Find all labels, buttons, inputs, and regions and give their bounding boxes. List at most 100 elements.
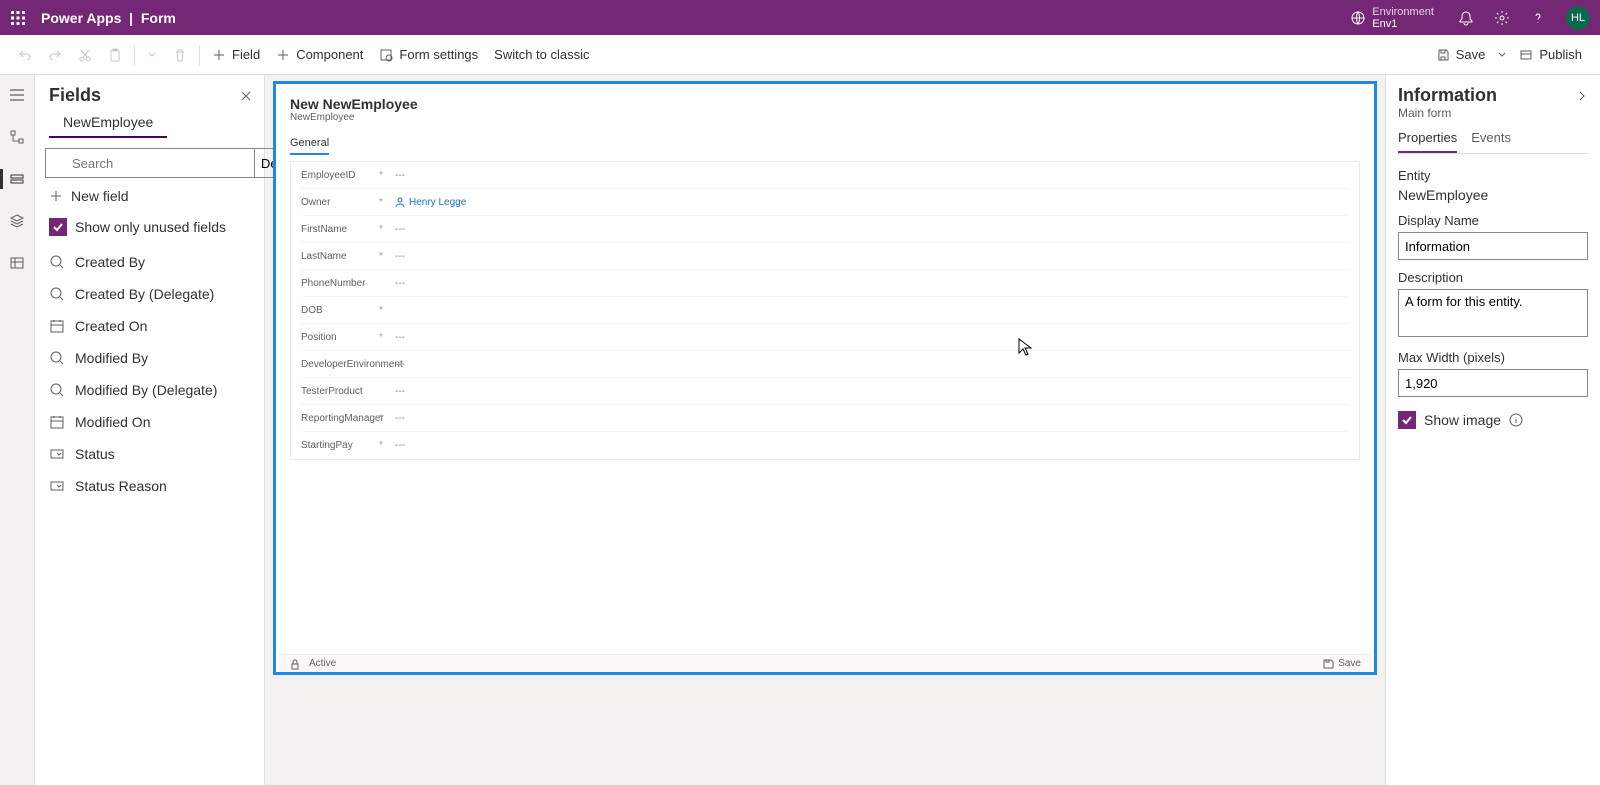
required-marker: * [379,413,395,424]
prop-description-input[interactable] [1398,289,1588,337]
canvas-tab-general[interactable]: General [290,137,329,155]
app-title: Power Apps | Form [35,10,176,26]
form-field-row[interactable]: DOB* [301,297,1349,324]
publish-button[interactable]: Publish [1511,39,1590,71]
prop-maxwidth-input[interactable] [1398,369,1588,397]
prop-displayname-label: Display Name [1398,213,1588,228]
save-button[interactable]: Save [1428,39,1494,71]
rail-fields[interactable] [0,165,35,193]
show-unused-toggle[interactable]: Show only unused fields [35,214,264,246]
save-icon [1322,658,1334,670]
save-dropdown[interactable] [1493,39,1511,71]
waffle-icon [11,11,25,25]
help-icon [1530,10,1546,26]
rail-tree[interactable] [0,123,35,151]
add-field-button[interactable]: Field [204,39,268,71]
field-list-item[interactable]: Modified On [35,406,264,438]
undo-button[interactable] [10,39,40,71]
field-list-item[interactable]: Status Reason [35,470,264,502]
help-button[interactable] [1520,0,1556,35]
field-label: EmployeeID [301,170,379,181]
field-label: StartingPay [301,440,379,451]
props-tab-properties[interactable]: Properties [1398,130,1457,153]
settings-button[interactable] [1484,0,1520,35]
field-list-item[interactable]: Created By (Delegate) [35,278,264,310]
chevron-down-icon [1497,50,1507,60]
properties-panel: Information Main form Properties Events … [1385,75,1600,785]
delete-button[interactable] [165,39,195,71]
date-icon [49,318,65,334]
rail-data[interactable] [0,249,35,277]
plus-icon [49,189,63,203]
required-marker: * [379,197,395,208]
form-field-row[interactable]: EmployeeID*--- [301,162,1349,189]
field-list-item[interactable]: Modified By [35,342,264,374]
redo-button[interactable] [40,39,70,71]
form-settings-button[interactable]: Form settings [371,39,486,71]
form-field-row[interactable]: PhoneNumber--- [301,270,1349,297]
form-field-row[interactable]: TesterProduct--- [301,378,1349,405]
form-field-row[interactable]: ReportingManager*--- [301,405,1349,432]
field-list-label: Created By (Delegate) [75,286,214,302]
field-list-label: Modified By (Delegate) [75,382,217,398]
fields-panel-title: Fields [49,85,101,106]
field-list-item[interactable]: Status [35,438,264,470]
props-expand-button[interactable] [1576,90,1588,102]
checkbox-checked-icon [1398,411,1416,429]
prop-displayname-input[interactable] [1398,232,1588,260]
cut-button[interactable] [70,39,100,71]
person-icon [395,197,405,207]
prop-showimage-toggle[interactable]: Show image [1398,411,1588,429]
form-field-row[interactable]: Owner*Henry Legge [301,189,1349,216]
fields-icon [9,171,25,187]
form-field-row[interactable]: FirstName*--- [301,216,1349,243]
field-list-item[interactable]: Created On [35,310,264,342]
field-list-item[interactable]: Created By [35,246,264,278]
bell-icon [1458,10,1474,26]
fields-entity-tab[interactable]: NewEmployee [49,110,167,138]
notifications-button[interactable] [1448,0,1484,35]
switch-classic-button[interactable]: Switch to classic [486,39,597,71]
rail-hamburger[interactable] [0,81,35,109]
fields-panel-close[interactable] [240,90,252,102]
form-field-row[interactable]: Position*--- [301,324,1349,351]
paste-dropdown[interactable] [139,39,165,71]
props-tab-events[interactable]: Events [1471,130,1511,153]
delete-icon [173,48,187,62]
props-subtitle: Main form [1398,106,1588,120]
environment-picker[interactable]: Environment Env1 [1350,6,1448,30]
canvas-form-body[interactable]: EmployeeID*---Owner*Henry LeggeFirstName… [290,161,1360,460]
field-label: ReportingManager [301,413,379,424]
paste-button[interactable] [100,39,130,71]
rail-components[interactable] [0,207,35,235]
form-canvas[interactable]: New NewEmployee NewEmployee General Empl… [273,81,1377,675]
form-settings-icon [379,48,393,62]
avatar[interactable]: HL [1566,6,1590,30]
waffle-button[interactable] [0,0,35,35]
add-component-button[interactable]: Component [268,39,371,71]
choice-icon [49,478,65,494]
data-icon [9,255,25,271]
components-icon [9,213,25,229]
form-field-row[interactable]: DeveloperEnvironment--- [301,351,1349,378]
field-label: Owner [301,197,379,208]
checkbox-checked-icon [49,218,67,236]
field-list-item[interactable]: Modified By (Delegate) [35,374,264,406]
fields-search-input[interactable] [45,148,255,178]
required-marker: * [379,224,395,235]
field-list-label: Created On [75,318,147,334]
tree-icon [9,129,25,145]
canvas-footer-save[interactable]: Save [1338,658,1361,669]
undo-icon [18,48,32,62]
field-value: --- [395,440,405,451]
hamburger-icon [9,88,25,102]
lookup-icon [49,286,65,302]
new-field-button[interactable]: New field [35,178,264,214]
form-field-row[interactable]: LastName*--- [301,243,1349,270]
cut-icon [78,48,92,62]
chevron-down-icon [147,50,157,60]
field-list-label: Created By [75,254,145,270]
props-title: Information [1398,85,1497,106]
required-marker: * [379,170,395,181]
form-field-row[interactable]: StartingPay*--- [301,432,1349,459]
